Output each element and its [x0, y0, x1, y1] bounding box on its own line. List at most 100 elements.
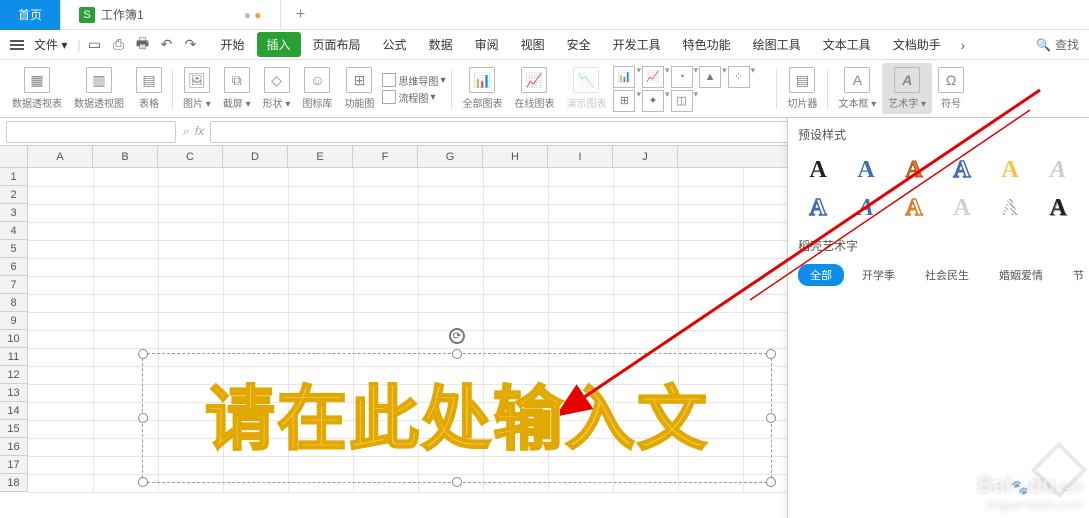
- row-7[interactable]: 7: [0, 276, 27, 294]
- row-3[interactable]: 3: [0, 204, 27, 222]
- row-8[interactable]: 8: [0, 294, 27, 312]
- tab-devtools[interactable]: 开发工具: [603, 32, 671, 57]
- print-icon[interactable]: 🖶: [133, 33, 153, 57]
- row-4[interactable]: 4: [0, 222, 27, 240]
- file-menu[interactable]: 文件 ▾: [34, 36, 67, 53]
- preset-8[interactable]: A: [842, 189, 890, 227]
- row-15[interactable]: 15: [0, 420, 27, 438]
- preset-7[interactable]: A: [794, 189, 842, 227]
- preset-10[interactable]: A: [938, 189, 986, 227]
- radar-chart-icon[interactable]: ✦: [642, 90, 664, 112]
- textbox-button[interactable]: A文本框 ▾: [832, 63, 882, 114]
- row-2[interactable]: 2: [0, 186, 27, 204]
- preset-6[interactable]: A: [1034, 151, 1082, 189]
- picture-button[interactable]: 🖼图片 ▾: [177, 63, 217, 114]
- fx-icon[interactable]: fx: [195, 124, 204, 139]
- tab-features[interactable]: 特色功能: [673, 32, 741, 57]
- chip-festival[interactable]: 节: [1061, 264, 1089, 286]
- resize-handle-tl[interactable]: [138, 349, 148, 359]
- resize-handle-bm[interactable]: [452, 477, 462, 487]
- wordart-text[interactable]: 请在此处输入文: [143, 354, 771, 484]
- tab-pagelayout[interactable]: 页面布局: [303, 32, 371, 57]
- row-13[interactable]: 13: [0, 384, 27, 402]
- tab-texttools[interactable]: 文本工具: [813, 32, 881, 57]
- col-F[interactable]: F: [353, 146, 418, 167]
- col-C[interactable]: C: [158, 146, 223, 167]
- rotate-handle[interactable]: ⟳: [449, 328, 465, 344]
- name-box[interactable]: [6, 121, 176, 143]
- preset-1[interactable]: A: [794, 151, 842, 189]
- line-chart-icon[interactable]: 📈: [642, 66, 664, 88]
- row-10[interactable]: 10: [0, 330, 27, 348]
- preset-12[interactable]: A: [1034, 189, 1082, 227]
- row-5[interactable]: 5: [0, 240, 27, 258]
- mindmap-button[interactable]: 思维导图 ▾: [382, 73, 445, 88]
- icons-button[interactable]: ☺图标库: [296, 63, 338, 114]
- flowchart-button[interactable]: 流程图 ▾: [382, 90, 445, 105]
- preset-3[interactable]: A: [890, 151, 938, 189]
- hamburger-icon[interactable]: [10, 40, 24, 50]
- symbol-button[interactable]: Ω符号: [932, 63, 970, 114]
- tab-formulas[interactable]: 公式: [373, 32, 417, 57]
- home-tab[interactable]: 首页: [0, 0, 61, 30]
- tab-view[interactable]: 视图: [511, 32, 555, 57]
- chip-marriage[interactable]: 婚姻爱情: [987, 264, 1055, 286]
- tab-security[interactable]: 安全: [557, 32, 601, 57]
- shapes-button[interactable]: ◇形状 ▾: [257, 63, 297, 114]
- select-all-corner[interactable]: [0, 146, 28, 167]
- save-icon[interactable]: ⎙: [109, 36, 129, 53]
- fx-search-icon[interactable]: ⌕: [182, 124, 189, 139]
- resize-handle-br[interactable]: [766, 477, 776, 487]
- preset-2[interactable]: A: [842, 151, 890, 189]
- preset-4[interactable]: A: [938, 151, 986, 189]
- wordart-button[interactable]: A艺术字 ▾: [882, 63, 932, 114]
- row-14[interactable]: 14: [0, 402, 27, 420]
- row-11[interactable]: 11: [0, 348, 27, 366]
- resize-handle-tr[interactable]: [766, 349, 776, 359]
- tab-insert[interactable]: 插入: [257, 32, 301, 57]
- workbook-tab[interactable]: S 工作簿1 ● ●: [61, 0, 281, 30]
- allcharts-button[interactable]: 📊全部图表: [456, 63, 508, 114]
- tab-data[interactable]: 数据: [419, 32, 463, 57]
- col-I[interactable]: I: [548, 146, 613, 167]
- new-icon[interactable]: ▭: [85, 36, 105, 53]
- row-9[interactable]: 9: [0, 312, 27, 330]
- tab-dochelper[interactable]: 文档助手: [883, 32, 951, 57]
- table-button[interactable]: ▤表格: [130, 63, 168, 114]
- wordart-object[interactable]: ⟳ 请在此处输入文: [142, 353, 772, 483]
- row-1[interactable]: 1: [0, 168, 27, 186]
- row-6[interactable]: 6: [0, 258, 27, 276]
- bar-chart-icon[interactable]: 📊: [613, 66, 635, 88]
- resize-handle-mr[interactable]: [766, 413, 776, 423]
- stock-chart-icon[interactable]: ⊞: [613, 90, 635, 112]
- search-label[interactable]: 查找: [1055, 36, 1079, 53]
- redo-icon[interactable]: ↷: [181, 36, 201, 53]
- undo-icon[interactable]: ↶: [157, 36, 177, 53]
- resize-handle-tm[interactable]: [452, 349, 462, 359]
- slicer-button[interactable]: ▤切片器: [781, 63, 823, 114]
- combo-chart-icon[interactable]: ◫: [671, 90, 693, 112]
- tab-start[interactable]: 开始: [211, 32, 255, 57]
- preset-5[interactable]: A: [986, 151, 1034, 189]
- onlinecharts-button[interactable]: 📈在线图表: [508, 63, 560, 114]
- row-18[interactable]: 18: [0, 474, 27, 492]
- pivotchart-button[interactable]: ▥数据透视图: [68, 63, 130, 114]
- col-B[interactable]: B: [93, 146, 158, 167]
- search-icon[interactable]: 🔍: [1036, 38, 1051, 52]
- resize-handle-bl[interactable]: [138, 477, 148, 487]
- tab-review[interactable]: 审阅: [465, 32, 509, 57]
- col-A[interactable]: A: [28, 146, 93, 167]
- add-tab-button[interactable]: +: [281, 6, 321, 24]
- resize-handle-ml[interactable]: [138, 413, 148, 423]
- funcchart-button[interactable]: ⊞功能图: [338, 63, 380, 114]
- col-E[interactable]: E: [288, 146, 353, 167]
- scatter-chart-icon[interactable]: ⁘: [728, 66, 750, 88]
- col-D[interactable]: D: [223, 146, 288, 167]
- area-chart-icon[interactable]: ▲: [699, 66, 721, 88]
- chip-all[interactable]: 全部: [798, 264, 844, 286]
- pie-chart-icon[interactable]: ◔: [671, 66, 693, 88]
- col-H[interactable]: H: [483, 146, 548, 167]
- tab-drawtools[interactable]: 绘图工具: [743, 32, 811, 57]
- row-17[interactable]: 17: [0, 456, 27, 474]
- pivottable-button[interactable]: ▦数据透视表: [6, 63, 68, 114]
